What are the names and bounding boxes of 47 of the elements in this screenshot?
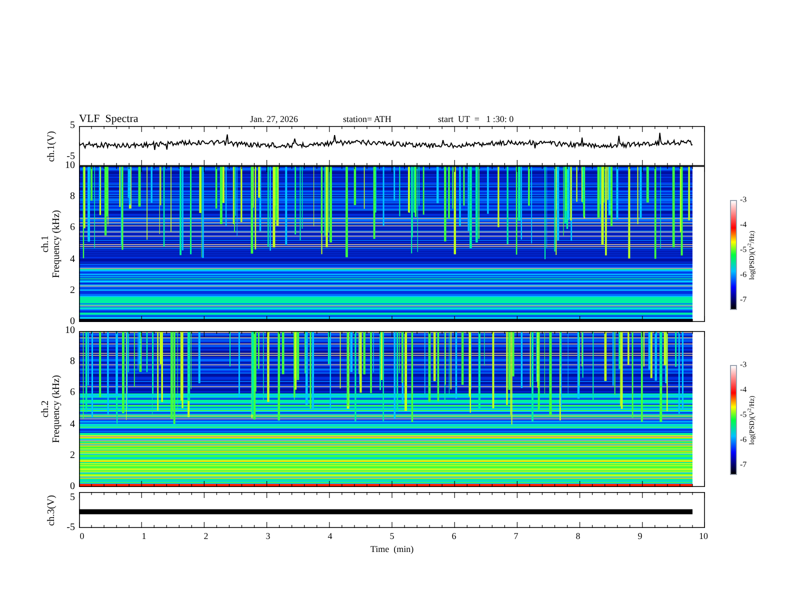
axis-label: ch.1	[40, 236, 51, 252]
axis-tick-label: -5	[66, 151, 75, 162]
axis-tick-label: 10	[65, 160, 75, 172]
axis-tick-label: 2	[203, 531, 209, 542]
colorbar-tick-label: -4	[740, 385, 747, 395]
date-label: Jan. 27, 2026	[250, 114, 299, 125]
axis-tick-label: 0	[70, 480, 75, 493]
colorbar-tick-label: -4	[740, 220, 747, 230]
axis-label: Frequency (kHz)	[51, 210, 62, 278]
axis-tick-label: 5	[389, 531, 395, 542]
axis-tick-label: 8	[70, 191, 75, 204]
start-time-label: start UT = 1 :30: 0	[438, 114, 514, 125]
axis-tick-label: 6	[70, 222, 75, 234]
colorbar-tick-label: -3	[740, 195, 747, 205]
colorbar-tick-label: -6	[740, 270, 747, 280]
axis-label: ch.1(V)	[44, 130, 58, 162]
colorbar-tick-label: -3	[740, 360, 747, 370]
axis-tick-label: 5	[70, 492, 75, 504]
axis-tick-label: 7	[513, 531, 519, 542]
axis-tick-label: 8	[70, 356, 75, 368]
axis-tick-label: 0	[79, 531, 85, 542]
axis-tick-label: 2	[70, 450, 75, 462]
colorbar-tick-label: -7	[740, 295, 747, 305]
plot-title: VLF Spectra	[79, 114, 140, 125]
axis-tick-label: 0	[70, 316, 75, 327]
colorbar-tick-label: -5	[740, 410, 747, 420]
axis-tick-label: 4	[70, 418, 75, 431]
axis-label: ch.2	[40, 400, 51, 418]
axis-tick-label: -5	[66, 522, 75, 534]
axis-tick-label: 8	[575, 531, 581, 542]
axis-label: ch.3(V)	[44, 494, 58, 526]
axis-tick-label: 4	[70, 254, 75, 266]
axis-tick-label: 2	[70, 284, 75, 297]
axis-tick-label: 5	[70, 120, 75, 132]
axis-tick-label: 10	[65, 325, 75, 337]
axis-tick-label: 6	[70, 387, 75, 400]
axis-tick-label: 4	[327, 531, 333, 542]
station-label: station= ATH	[343, 114, 392, 125]
axis-tick-label: 1	[141, 531, 147, 542]
axis-label: Time (min)	[370, 543, 414, 556]
colorbar-tick-label: -5	[740, 245, 747, 255]
axis-tick-label: 6	[451, 531, 457, 542]
axis-tick-label: 9	[637, 531, 643, 542]
colorbar-tick-label: -6	[740, 435, 747, 445]
colorbar-tick-label: -7	[740, 460, 747, 470]
axis-tick-label: 3	[265, 531, 271, 542]
axis-label: Frequency (kHz)	[51, 374, 62, 444]
